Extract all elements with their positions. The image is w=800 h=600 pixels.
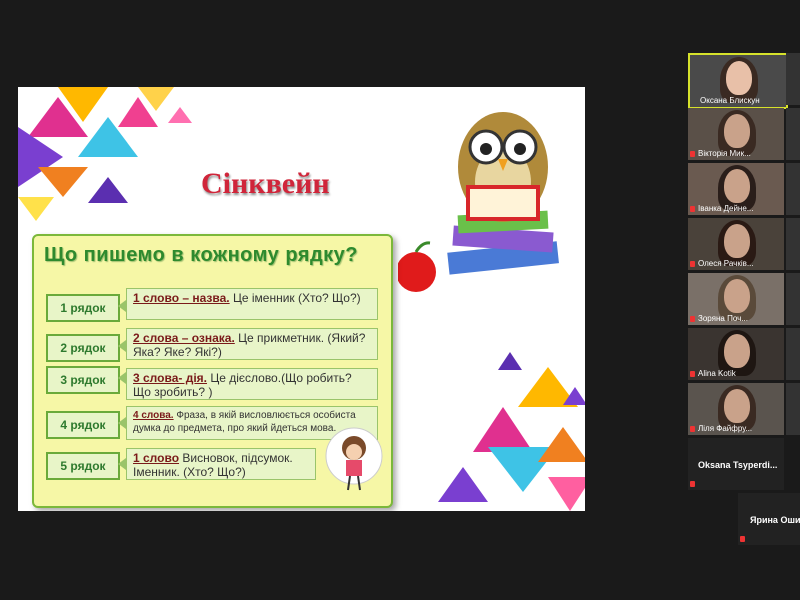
participant-name: Oksana Tsyperdi... <box>698 460 778 470</box>
decor-triangle <box>88 177 128 203</box>
mic-muted-icon <box>690 426 695 432</box>
mic-muted-icon <box>690 371 695 377</box>
participant-tile[interactable]: Зоряна Поч... <box>688 273 784 325</box>
mic-muted-icon <box>690 316 695 322</box>
row-label-1: 1 рядок <box>46 294 120 322</box>
decor-triangle <box>563 387 585 405</box>
participant-tile-partial <box>786 53 800 105</box>
participant-tile[interactable]: Оксана Блискун <box>688 53 788 109</box>
mic-muted-icon <box>690 481 695 487</box>
participant-tile[interactable]: Alina Kotik <box>688 328 784 380</box>
participant-tile-partial <box>786 328 800 380</box>
panel-heading: Що пишемо в кожному рядку? <box>44 244 359 266</box>
participant-face <box>724 224 750 258</box>
participant-face <box>724 114 750 148</box>
participant-tile-partial <box>786 383 800 435</box>
arrow-icon <box>118 417 126 429</box>
row-desc-5: 1 слово Висновок, підсумок. Іменник. (Хт… <box>126 448 316 480</box>
decor-triangle <box>473 407 533 452</box>
slide-title: Сінквейн <box>201 167 330 200</box>
participant-tile-partial <box>786 218 800 270</box>
decor-triangle <box>38 167 88 197</box>
participant-name: Ярина Оши <box>750 515 800 525</box>
participant-tile[interactable]: Вікторія Мик... <box>688 108 784 160</box>
owl-illustration <box>398 112 559 292</box>
decor-triangle <box>438 467 488 502</box>
arrow-icon <box>118 372 126 384</box>
decor-triangle <box>168 107 192 123</box>
participant-tile-partial <box>786 108 800 160</box>
arrow-icon <box>118 300 126 312</box>
row-label-3: 3 рядок <box>46 366 120 394</box>
participant-face <box>724 334 750 368</box>
participant-name: Ліля Файфру... <box>698 424 753 433</box>
participant-tile[interactable]: Ліля Файфру... <box>688 383 784 435</box>
participant-name: Вікторія Мик... <box>698 149 751 158</box>
row-desc-3: 3 слова- дія. Це дієслово.(Що робить? Що… <box>126 368 378 400</box>
decor-triangle <box>18 197 54 221</box>
participant-name: Оксана Блискун <box>700 96 760 105</box>
arrow-icon <box>118 340 126 352</box>
participant-tile-partial <box>786 273 800 325</box>
decor-triangle <box>548 477 585 511</box>
participants-panel: Оксана Блискун Вікторія Мик... Іванка Де… <box>686 50 800 600</box>
decor-triangle <box>538 427 585 462</box>
row-label-4: 4 рядок <box>46 411 120 439</box>
participant-name: Alina Kotik <box>698 369 736 378</box>
participant-face <box>724 389 750 423</box>
decor-triangle <box>498 352 522 370</box>
row-label-5: 5 рядок <box>46 452 120 480</box>
row-desc-2: 2 слова – ознака. Це прикметник. (Який? … <box>126 328 378 360</box>
cartoon-character-icon <box>325 427 383 491</box>
row-desc-1: 1 слово – назва. Це іменник (Хто? Що?) <box>126 288 378 320</box>
participant-tile-partial <box>786 163 800 215</box>
participant-tile[interactable]: Ярина Оши <box>738 493 800 545</box>
mic-muted-icon <box>690 151 695 157</box>
participant-face <box>724 169 750 203</box>
participant-name: Іванка Дейне... <box>698 204 754 213</box>
mic-muted-icon <box>690 206 695 212</box>
arrow-icon <box>118 458 126 470</box>
participant-tile[interactable]: Іванка Дейне... <box>688 163 784 215</box>
participant-face <box>724 279 750 313</box>
mic-muted-icon <box>690 261 695 267</box>
participant-name: Зоряна Поч... <box>698 314 748 323</box>
participant-tile[interactable]: Oksana Tsyperdi... <box>688 438 784 490</box>
mic-muted-icon <box>740 536 745 542</box>
row-label-2: 2 рядок <box>46 334 120 362</box>
synquain-rules-panel: Що пишемо в кожному рядку? 1 рядок 1 сло… <box>32 234 393 508</box>
participant-tile[interactable]: Олеся Рачків... <box>688 218 784 270</box>
presentation-slide: Сінквейн Що пишемо в кожному рядку? 1 ря… <box>18 87 585 511</box>
participant-name: Олеся Рачків... <box>698 259 754 268</box>
participant-face <box>726 61 752 95</box>
